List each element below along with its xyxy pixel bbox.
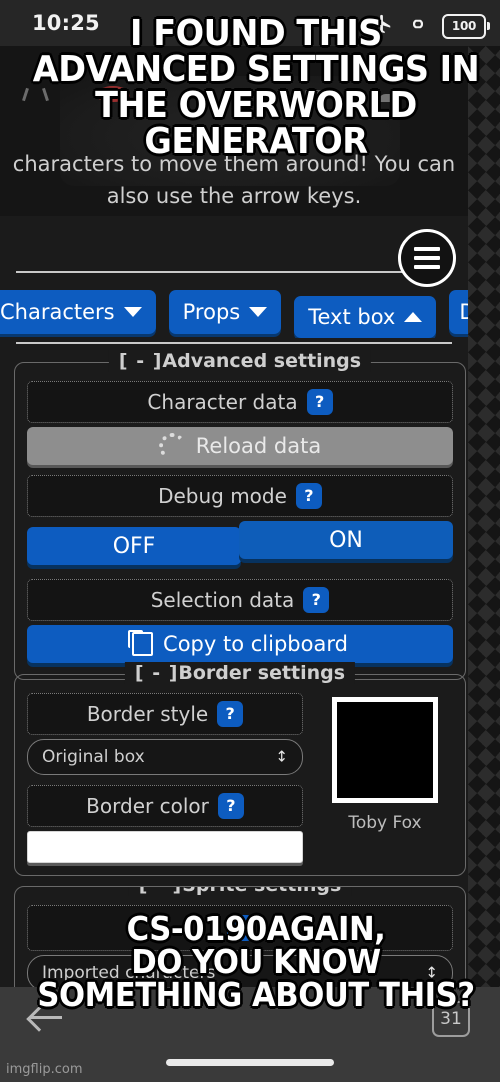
collapse-toggle-border[interactable]: [ - ] <box>135 662 178 684</box>
advanced-settings-legend[interactable]: [ - ]Advanced settings <box>108 350 372 372</box>
meme-caption-top: I FOUND THIS ADVANCED SETTINGS IN THE OV… <box>18 16 494 160</box>
border-style-select[interactable]: Original box ↕ <box>27 739 303 775</box>
select-updown-icon: ↕ <box>275 747 288 766</box>
border-style-label: Border style <box>86 702 209 726</box>
border-preview-caption: Toby Fox <box>348 813 422 833</box>
menu-bar-3 <box>414 265 440 269</box>
selection-data-label-row: Selection data ? <box>27 579 453 621</box>
debug-mode-off-label: OFF <box>112 533 156 559</box>
border-color-swatch-input[interactable] <box>27 831 303 863</box>
instruction-line-2: also use the arrow keys. <box>106 184 362 208</box>
border-color-label-row: Border color ? <box>27 785 303 827</box>
tab-props-label: Props <box>182 300 241 324</box>
meme-caption-bottom: CS-0190AGAIN, DO YOU KNOW SOMETHING ABOU… <box>18 912 494 1011</box>
home-indicator <box>166 1059 334 1066</box>
border-preview-panel: Toby Fox <box>315 683 455 875</box>
spinner-icon <box>158 432 186 460</box>
border-style-selected-value: Original box <box>42 747 145 767</box>
copy-to-clipboard-button[interactable]: Copy to clipboard <box>27 625 453 663</box>
advanced-settings-fieldset: [ - ]Advanced settings Character data ? … <box>14 350 466 680</box>
menu-bar-2 <box>414 256 440 260</box>
help-icon-border-style[interactable]: ? <box>217 701 244 727</box>
selection-data-label: Selection data <box>150 588 295 612</box>
sprite-settings-legend[interactable]: [ - ]Sprite settings <box>128 887 352 896</box>
tab-d-label: D <box>459 300 468 324</box>
sprite-settings-legend-text: Sprite settings <box>182 887 341 896</box>
chevron-up-icon <box>404 312 423 322</box>
meme-bottom-line-3: SOMETHING ABOUT THIS? <box>37 975 475 1014</box>
meme-bottom-line-1: CS-0190AGAIN, <box>126 909 386 948</box>
character-data-label-row: Character data ? <box>27 381 453 423</box>
page-content: characters to move them around! You can … <box>0 46 500 987</box>
collapse-toggle-advanced[interactable]: [ - ] <box>119 350 162 372</box>
tab-text-box[interactable]: Text box <box>294 296 437 338</box>
meme-top-line-3: THE OVERWORLD GENERATOR <box>95 85 417 162</box>
tab-props[interactable]: Props <box>168 290 282 334</box>
help-icon-character-data[interactable]: ? <box>306 389 333 415</box>
imgflip-watermark: imgflip.com <box>6 1062 83 1077</box>
border-settings-legend[interactable]: [ - ]Border settings <box>124 662 356 684</box>
tab-d-truncated[interactable]: D <box>449 290 468 334</box>
divider-below-tabs <box>16 342 452 344</box>
debug-mode-label: Debug mode <box>158 484 287 508</box>
help-icon-debug-mode[interactable]: ? <box>295 483 322 509</box>
debug-mode-toggle-group: OFF ON <box>27 521 453 567</box>
scroll-edge-texture <box>468 46 500 987</box>
debug-mode-on-button[interactable]: ON <box>239 521 453 559</box>
character-data-label: Character data <box>147 390 298 414</box>
meme-bottom-line-2: DO YOU KNOW <box>131 942 381 981</box>
border-settings-grid: Border style ? Original box ↕ Border col… <box>15 675 465 875</box>
reload-data-button[interactable]: Reload data <box>27 427 453 465</box>
copy-to-clipboard-label: Copy to clipboard <box>163 632 348 656</box>
debug-mode-off-button[interactable]: OFF <box>27 527 241 565</box>
chevron-down-icon <box>249 307 268 317</box>
chevron-down-icon <box>123 307 142 317</box>
meme-top-line-2: ADVANCED SETTINGS IN <box>32 49 480 90</box>
collapse-toggle-sprite[interactable]: [ - ] <box>139 887 182 896</box>
help-icon-selection-data[interactable]: ? <box>303 587 330 613</box>
tab-characters-label: Characters <box>0 300 115 324</box>
section-tab-row: Characters Props Text box D <box>0 290 468 338</box>
debug-mode-label-row: Debug mode ? <box>27 475 453 517</box>
border-settings-legend-text: Border settings <box>178 662 346 684</box>
phone-screenshot: 10:25 100 characters to move them around… <box>0 0 500 1082</box>
reload-data-label: Reload data <box>195 434 322 458</box>
border-style-label-row: Border style ? <box>27 693 303 735</box>
border-color-label: Border color <box>86 794 209 818</box>
copy-icon <box>128 630 154 656</box>
border-settings-fieldset: [ - ]Border settings Border style ? Orig… <box>14 662 466 876</box>
border-settings-controls: Border style ? Original box ↕ Border col… <box>15 683 315 875</box>
help-icon-border-color[interactable]: ? <box>217 793 244 819</box>
debug-mode-on-label: ON <box>329 527 363 553</box>
hamburger-menu-icon[interactable] <box>398 229 456 287</box>
divider-above-tabs <box>16 271 452 273</box>
tab-text-box-label: Text box <box>308 305 396 329</box>
meme-top-line-1: I FOUND THIS <box>130 13 382 54</box>
menu-bar-1 <box>414 247 440 251</box>
advanced-settings-legend-text: Advanced settings <box>162 350 362 372</box>
border-preview-box <box>332 697 438 803</box>
tab-characters[interactable]: Characters <box>0 290 156 334</box>
